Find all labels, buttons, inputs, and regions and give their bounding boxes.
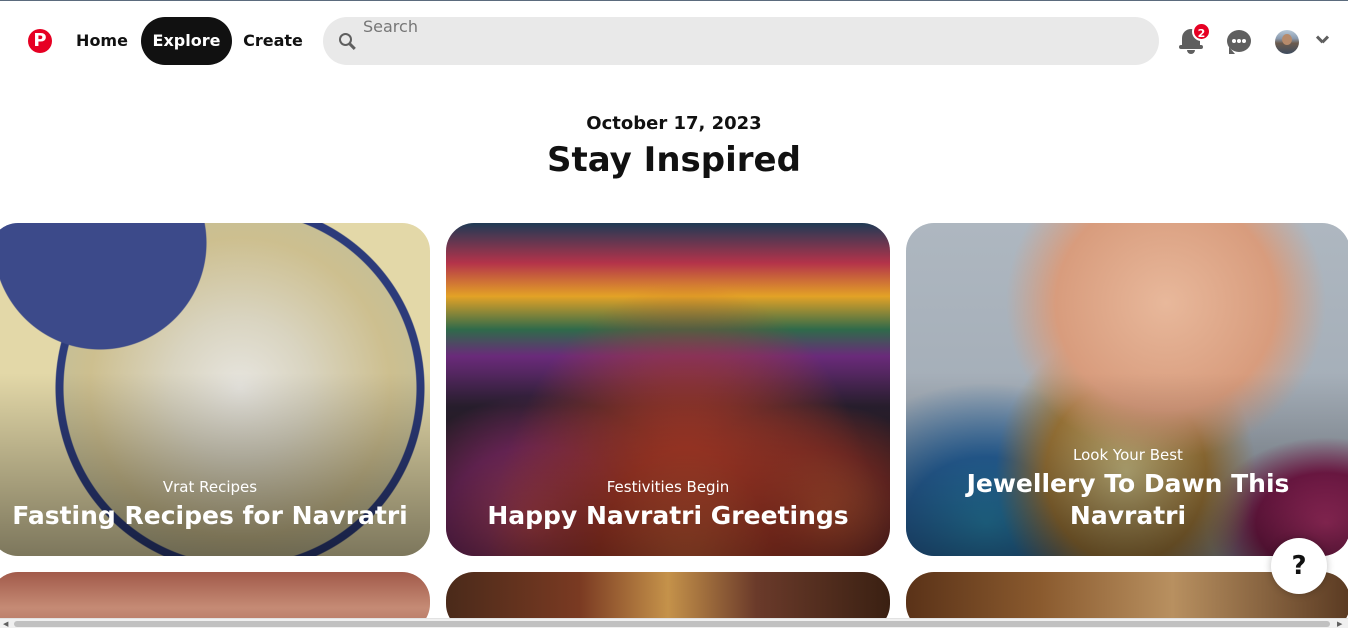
card-fasting-recipes[interactable]: Vrat Recipes Fasting Recipes for Navratr… xyxy=(0,223,430,556)
scrollbar-thumb[interactable] xyxy=(14,621,1330,627)
search-input[interactable]: Search xyxy=(323,17,1159,65)
nav-home-button[interactable]: Home xyxy=(64,17,140,65)
scroll-right-arrow-icon[interactable]: ▶ xyxy=(1337,620,1342,628)
page-title: Stay Inspired xyxy=(547,140,801,180)
card-headline: Happy Navratri Greetings xyxy=(487,501,849,530)
card-navratri-greetings[interactable]: Festivities Begin Happy Navratri Greetin… xyxy=(446,223,890,556)
scroll-left-arrow-icon[interactable]: ◀ xyxy=(3,620,8,628)
notification-badge: 2 xyxy=(1192,22,1211,41)
nav-explore-button[interactable]: Explore xyxy=(141,17,232,65)
top-nav-bar: P Home Explore Create Search 2 xyxy=(0,1,1348,81)
avatar[interactable] xyxy=(1275,30,1299,54)
chat-icon[interactable] xyxy=(1227,30,1251,54)
card-jewellery[interactable]: Look Your Best Jewellery To Dawn This Na… xyxy=(906,223,1348,556)
help-button[interactable]: ? xyxy=(1271,538,1327,594)
card-headline: Jewellery To Dawn This Navratri xyxy=(966,469,1290,530)
chevron-down-icon[interactable] xyxy=(1316,35,1329,47)
card-headline: Fasting Recipes for Navratri xyxy=(12,501,408,530)
logo-glyph: P xyxy=(33,30,47,51)
card-subtitle: Vrat Recipes xyxy=(162,478,258,496)
card-subtitle: Festivities Begin xyxy=(606,478,730,496)
search-placeholder: Search xyxy=(363,17,418,36)
search-icon xyxy=(339,33,357,51)
card-subtitle: Look Your Best xyxy=(1073,446,1183,464)
nav-create-button[interactable]: Create xyxy=(233,17,313,65)
page-date: October 17, 2023 xyxy=(586,113,762,134)
pinterest-logo-icon[interactable]: P xyxy=(28,29,52,53)
horizontal-scrollbar[interactable]: ◀ ▶ xyxy=(0,618,1348,628)
